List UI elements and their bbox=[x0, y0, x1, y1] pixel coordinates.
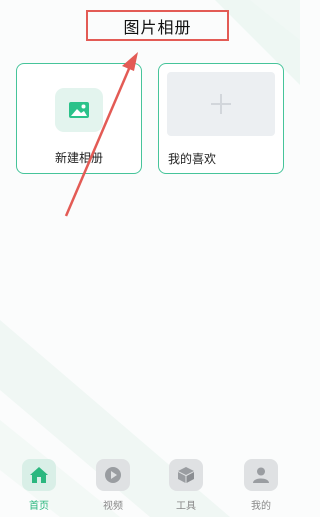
image-icon bbox=[55, 88, 103, 132]
tab-mine-label: 我的 bbox=[251, 501, 271, 512]
tab-home-label: 首页 bbox=[29, 501, 49, 512]
plus-icon bbox=[211, 94, 231, 114]
favorites-label: 我的喜欢 bbox=[168, 152, 217, 166]
add-photo-placeholder[interactable] bbox=[167, 72, 275, 136]
tab-home[interactable]: 首页 bbox=[14, 459, 64, 513]
tab-video-label: 视频 bbox=[103, 501, 123, 512]
page-title: 图片相册 bbox=[123, 17, 192, 37]
user-icon bbox=[244, 459, 278, 491]
play-icon bbox=[96, 459, 130, 491]
tab-mine[interactable]: 我的 bbox=[236, 459, 286, 513]
new-album-card[interactable]: 新建相册 bbox=[16, 63, 142, 174]
page-title-box: 图片相册 bbox=[86, 10, 229, 41]
tab-tools-label: 工具 bbox=[176, 501, 196, 512]
favorites-album-card[interactable]: 我的喜欢 bbox=[158, 63, 284, 174]
tab-video[interactable]: 视频 bbox=[88, 459, 138, 513]
home-icon bbox=[22, 459, 56, 491]
tab-tools[interactable]: 工具 bbox=[161, 459, 211, 513]
cube-icon bbox=[169, 459, 203, 491]
new-album-label: 新建相册 bbox=[54, 151, 103, 165]
bottom-tab-bar: 首页 视频 工具 我的 bbox=[0, 455, 300, 517]
